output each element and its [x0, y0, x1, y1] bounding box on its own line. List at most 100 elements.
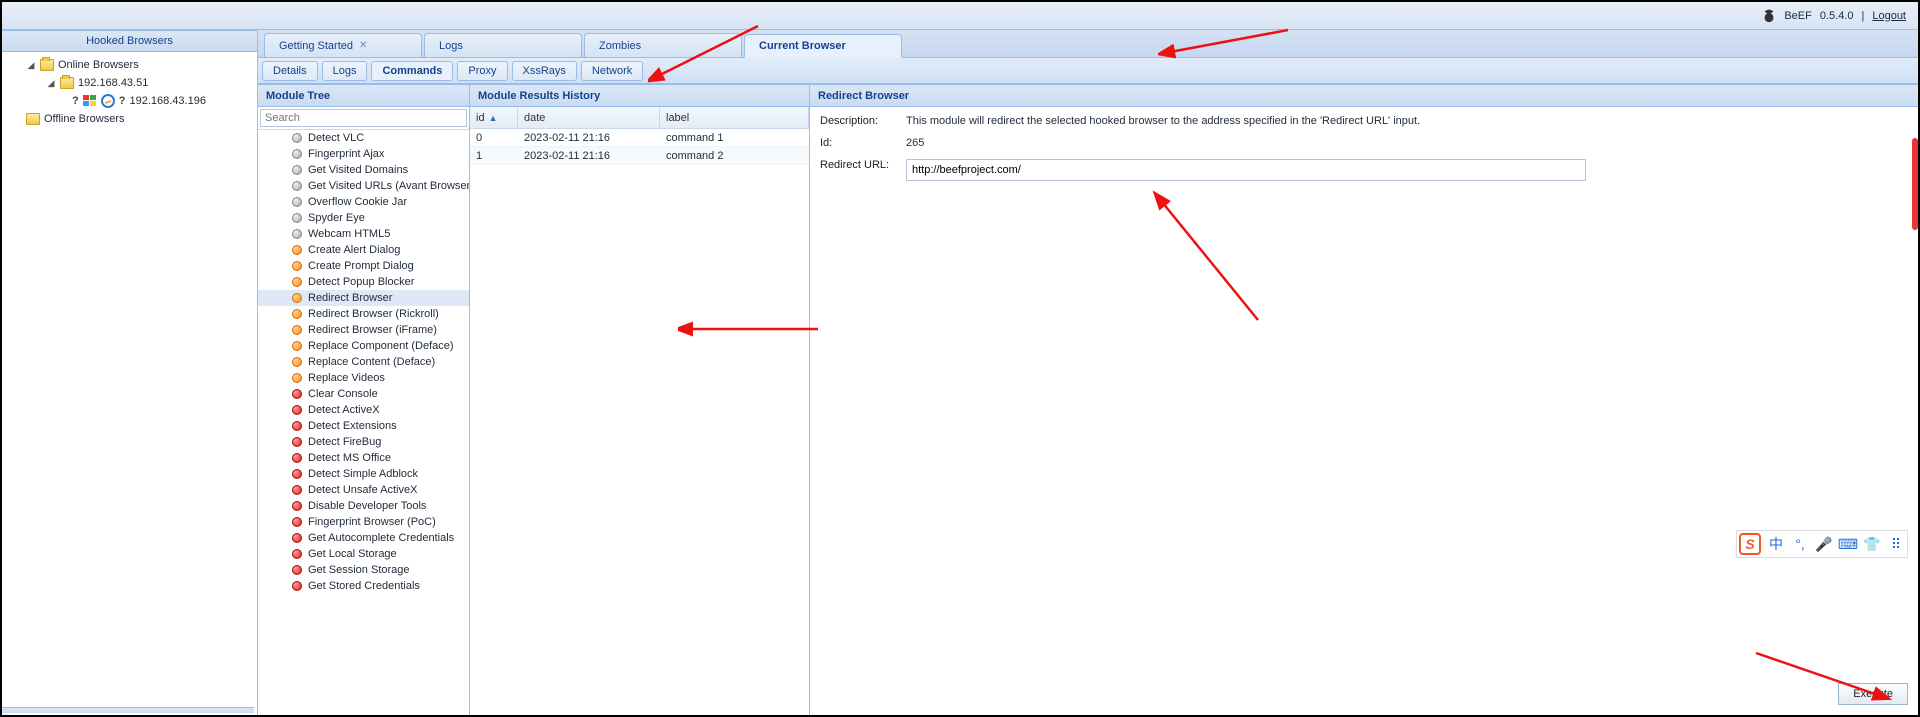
tab-zombies[interactable]: Zombies — [584, 33, 742, 57]
offline-browsers-node[interactable]: Offline Browsers — [4, 110, 255, 128]
tab-label: Logs — [439, 40, 463, 52]
browser-tree: ◢ Online Browsers ◢ 192.168.43.51 ? ? 19… — [2, 52, 257, 715]
tab-label: Zombies — [599, 40, 641, 52]
subtab-logs[interactable]: Logs — [322, 61, 368, 81]
ime-mic-icon[interactable]: 🎤 — [1815, 535, 1833, 553]
browser-ip: 192.168.43.196 — [129, 95, 205, 107]
module-item[interactable]: Detect FireBug — [258, 434, 469, 450]
module-item[interactable]: Fingerprint Ajax — [258, 146, 469, 162]
id-label: Id: — [820, 137, 906, 149]
browser-leaf[interactable]: ? ? 192.168.43.196 — [4, 92, 255, 110]
execute-button[interactable]: Execute — [1838, 683, 1908, 705]
subtab-xssrays[interactable]: XssRays — [512, 61, 577, 81]
folder-icon — [60, 77, 74, 89]
module-item[interactable]: Disable Developer Tools — [258, 498, 469, 514]
description-value: This module will redirect the selected h… — [906, 115, 1908, 127]
module-label: Replace Videos — [308, 372, 385, 384]
expand-icon[interactable]: ◢ — [26, 60, 36, 70]
offline-browsers-label: Offline Browsers — [44, 113, 125, 125]
module-item[interactable]: Detect VLC — [258, 130, 469, 146]
tab-getting-started[interactable]: Getting Started ✕ — [264, 33, 422, 57]
status-dot-icon — [292, 405, 302, 415]
app-name: BeEF — [1784, 10, 1812, 22]
ime-sogou-icon[interactable]: S — [1739, 533, 1761, 555]
module-item[interactable]: Detect Popup Blocker — [258, 274, 469, 290]
id-value: 265 — [906, 137, 1908, 149]
subtab-details[interactable]: Details — [262, 61, 318, 81]
module-item[interactable]: Get Local Storage — [258, 546, 469, 562]
module-label: Fingerprint Ajax — [308, 148, 384, 160]
module-item[interactable]: Get Visited Domains — [258, 162, 469, 178]
module-item[interactable]: Get Session Storage — [258, 562, 469, 578]
ime-keyboard-icon[interactable]: ⌨ — [1839, 535, 1857, 553]
module-search-input[interactable] — [260, 109, 467, 127]
subtab-network[interactable]: Network — [581, 61, 643, 81]
module-item[interactable]: Detect Extensions — [258, 418, 469, 434]
col-id[interactable]: id ▲ — [470, 107, 518, 128]
module-item[interactable]: Redirect Browser — [258, 290, 469, 306]
status-dot-icon — [292, 197, 302, 207]
module-item[interactable]: Get Stored Credentials — [258, 578, 469, 594]
module-item[interactable]: Clear Console — [258, 386, 469, 402]
logout-link[interactable]: Logout — [1872, 10, 1906, 22]
module-label: Detect ActiveX — [308, 404, 380, 416]
tab-logs[interactable]: Logs — [424, 33, 582, 57]
module-item[interactable]: Replace Component (Deface) — [258, 338, 469, 354]
module-label: Detect Unsafe ActiveX — [308, 484, 417, 496]
status-dot-icon — [292, 261, 302, 271]
col-label[interactable]: label — [660, 107, 809, 128]
col-date[interactable]: date — [518, 107, 660, 128]
module-item[interactable]: Redirect Browser (Rickroll) — [258, 306, 469, 322]
close-icon[interactable]: ✕ — [359, 40, 367, 51]
module-item[interactable]: Get Autocomplete Credentials — [258, 530, 469, 546]
ime-lang-icon[interactable]: 中 — [1767, 535, 1785, 553]
module-label: Detect FireBug — [308, 436, 381, 448]
windows-icon — [83, 95, 97, 107]
ime-punct-icon[interactable]: °, — [1791, 535, 1809, 553]
module-label: Detect MS Office — [308, 452, 391, 464]
module-label: Fingerprint Browser (PoC) — [308, 516, 436, 528]
result-row[interactable]: 02023-02-11 21:16command 1 — [470, 129, 809, 147]
redirect-url-input[interactable] — [906, 159, 1586, 181]
module-item[interactable]: Detect Simple Adblock — [258, 466, 469, 482]
ime-toolbar[interactable]: S 中 °, 🎤 ⌨ 👕 ⠿ — [1736, 530, 1908, 558]
sub-tabstrip: Details Logs Commands Proxy XssRays Netw… — [258, 58, 1918, 84]
tab-current-browser[interactable]: Current Browser — [744, 34, 902, 58]
online-browsers-node[interactable]: ◢ Online Browsers — [4, 56, 255, 74]
module-item[interactable]: Create Prompt Dialog — [258, 258, 469, 274]
module-item[interactable]: Spyder Eye — [258, 210, 469, 226]
module-item[interactable]: Replace Videos — [258, 370, 469, 386]
results-panel: Module Results History id ▲ date label 0… — [470, 85, 810, 715]
ime-skin-icon[interactable]: 👕 — [1863, 535, 1881, 553]
status-dot-icon — [292, 373, 302, 383]
subtab-commands[interactable]: Commands — [371, 61, 453, 81]
subtab-proxy[interactable]: Proxy — [457, 61, 507, 81]
hooked-browsers-title: Hooked Browsers — [2, 30, 257, 52]
module-item[interactable]: Webcam HTML5 — [258, 226, 469, 242]
module-label: Get Autocomplete Credentials — [308, 532, 454, 544]
module-item[interactable]: Overflow Cookie Jar — [258, 194, 469, 210]
module-detail-panel: Redirect Browser Description: This modul… — [810, 85, 1918, 715]
module-item[interactable]: Redirect Browser (iFrame) — [258, 322, 469, 338]
module-item[interactable]: Replace Content (Deface) — [258, 354, 469, 370]
host-ip: 192.168.43.51 — [78, 77, 148, 89]
module-label: Redirect Browser — [308, 292, 392, 304]
module-item[interactable]: Create Alert Dialog — [258, 242, 469, 258]
status-dot-icon — [292, 565, 302, 575]
host-node[interactable]: ◢ 192.168.43.51 — [4, 74, 255, 92]
module-item[interactable]: Detect ActiveX — [258, 402, 469, 418]
module-item[interactable]: Detect Unsafe ActiveX — [258, 482, 469, 498]
expand-icon[interactable]: ◢ — [46, 78, 56, 88]
module-item[interactable]: Get Visited URLs (Avant Browser) — [258, 178, 469, 194]
module-label: Create Alert Dialog — [308, 244, 400, 256]
status-dot-icon — [292, 357, 302, 367]
module-list[interactable]: Detect VLC Fingerprint Ajax Get Visited Do… — [258, 130, 469, 715]
module-item[interactable]: Detect MS Office — [258, 450, 469, 466]
ime-grid-icon[interactable]: ⠿ — [1887, 535, 1905, 553]
scrollbar-highlight — [1912, 138, 1918, 230]
result-row[interactable]: 12023-02-11 21:16command 2 — [470, 147, 809, 165]
status-dot-icon — [292, 469, 302, 479]
module-item[interactable]: Fingerprint Browser (PoC) — [258, 514, 469, 530]
redirect-url-label: Redirect URL: — [820, 159, 906, 181]
folder-icon — [40, 59, 54, 71]
